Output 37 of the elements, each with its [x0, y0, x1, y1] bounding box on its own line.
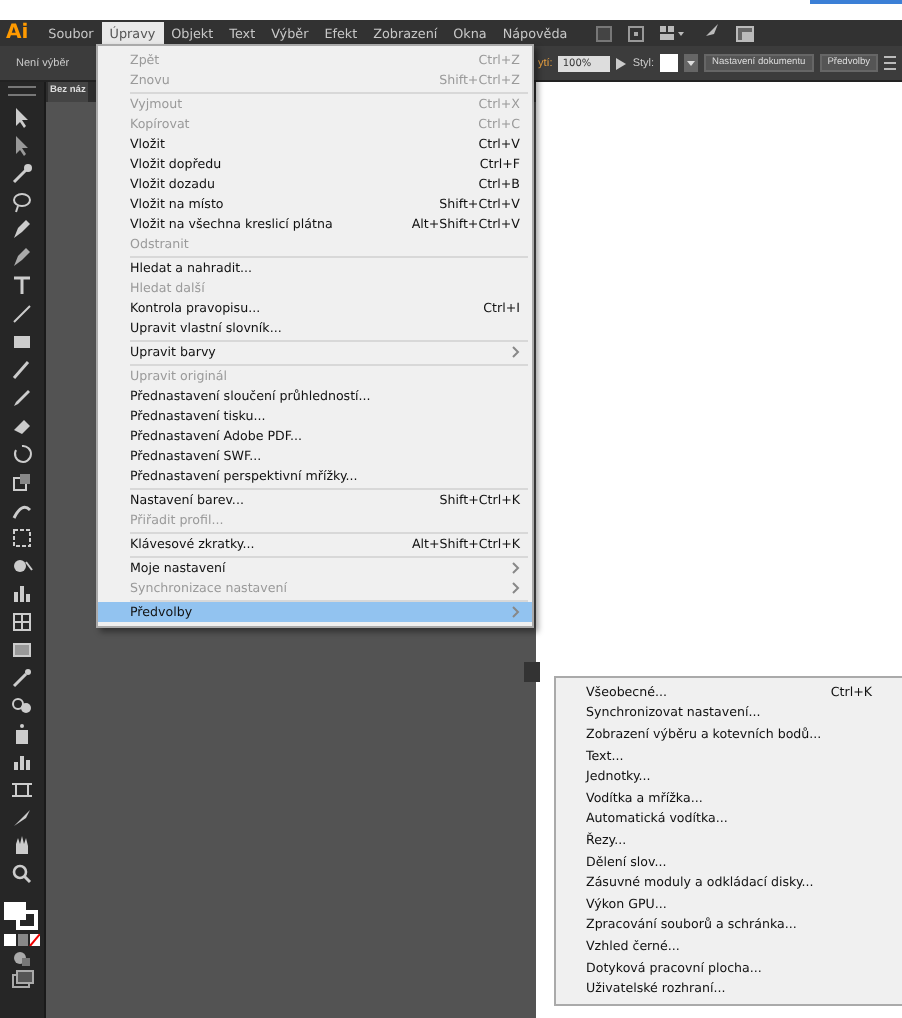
- app-logo: Ai: [6, 22, 29, 44]
- dropdown-icon[interactable]: [684, 54, 699, 72]
- artboard-icon[interactable]: [10, 778, 34, 802]
- blend-icon[interactable]: [10, 694, 34, 718]
- rotate-icon[interactable]: [10, 442, 34, 466]
- wand-icon[interactable]: [10, 162, 34, 186]
- menu-icon[interactable]: [884, 56, 897, 70]
- layout-icon[interactable]: [659, 25, 684, 41]
- eyedropper-icon[interactable]: [10, 666, 34, 690]
- panel-corner: [524, 662, 540, 682]
- screen-mode-icon[interactable]: [11, 970, 33, 988]
- square-icon[interactable]: [595, 25, 612, 41]
- gradient-icon[interactable]: [10, 638, 34, 662]
- pointer-icon[interactable]: [10, 134, 34, 158]
- style-swatch[interactable]: [660, 54, 679, 72]
- pointer-icon[interactable]: [10, 106, 34, 130]
- shape-builder-icon[interactable]: [10, 554, 34, 578]
- graph-icon[interactable]: [10, 582, 34, 606]
- mesh-icon[interactable]: [10, 610, 34, 634]
- pen-icon[interactable]: [10, 218, 34, 242]
- rectangle-icon[interactable]: [10, 330, 34, 354]
- draw-mode-icon[interactable]: [12, 950, 32, 966]
- transform-icon[interactable]: [10, 526, 34, 550]
- eraser-icon[interactable]: [10, 414, 34, 438]
- window-icon[interactable]: [735, 25, 754, 41]
- scale-icon[interactable]: [10, 470, 34, 494]
- color-mode-icon[interactable]: [4, 934, 40, 946]
- column-graph-icon[interactable]: [10, 750, 34, 774]
- lasso-icon[interactable]: [10, 190, 34, 214]
- line-icon[interactable]: [10, 302, 34, 326]
- fill-stroke-icon[interactable]: [4, 902, 40, 930]
- pen-icon[interactable]: [10, 246, 34, 270]
- chevron-icon: [512, 346, 520, 358]
- type-icon[interactable]: [10, 274, 34, 298]
- search-icon[interactable]: [10, 862, 34, 886]
- pencil-icon[interactable]: [10, 386, 34, 410]
- play-icon[interactable]: [616, 57, 627, 69]
